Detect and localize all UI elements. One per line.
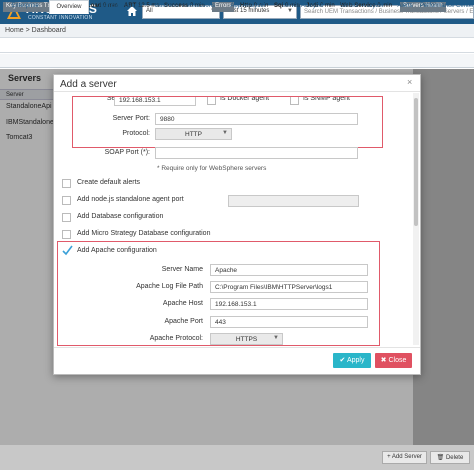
tab-business-transactions[interactable]: Business Transactions bbox=[150, 0, 220, 14]
checkmark-icon[interactable] bbox=[62, 245, 73, 256]
apache-protocol-value: HTTPS bbox=[235, 336, 258, 343]
modal-footer-divider bbox=[54, 347, 420, 348]
nodejs-agent-port-label: Add node.js standalone agent port bbox=[77, 196, 184, 203]
tab-app-analyzer[interactable]: App Analyzer bbox=[224, 0, 272, 14]
nodejs-agent-port-input[interactable] bbox=[228, 195, 359, 207]
close-icon[interactable]: × bbox=[407, 77, 412, 87]
database-config-checkbox[interactable] bbox=[62, 213, 71, 222]
apply-label: Apply bbox=[346, 357, 365, 364]
chevron-down-icon: ▼ bbox=[222, 130, 228, 136]
delete-server-button[interactable]: 🗑 Delete bbox=[430, 451, 470, 464]
tab-overview[interactable]: Overview bbox=[49, 0, 89, 14]
close-x-icon: ✖ bbox=[380, 357, 387, 364]
apache-config-highlight bbox=[57, 241, 380, 346]
create-default-alerts-label: Create default alerts bbox=[77, 179, 141, 186]
chevron-down-icon: ▼ bbox=[273, 335, 279, 341]
microstrategy-db-checkbox[interactable] bbox=[62, 230, 71, 239]
modal-scrollbar-thumb[interactable] bbox=[414, 98, 418, 226]
server-port-input[interactable]: 9880 bbox=[155, 113, 358, 125]
apache-log-path-input[interactable]: C:\Program Files\IBM\HTTPServer\logs1 bbox=[210, 281, 368, 293]
tab-user-experience[interactable]: User Experience bbox=[92, 0, 146, 14]
microstrategy-db-label: Add Micro Strategy Database configuratio… bbox=[77, 230, 211, 237]
soap-port-input[interactable] bbox=[155, 147, 358, 159]
protocol-select-value: HTTP bbox=[185, 131, 202, 138]
apache-server-name-label: Server Name bbox=[161, 266, 203, 273]
breadcrumb: Home > Dashboard bbox=[0, 24, 474, 38]
tab-sensor-analyzer[interactable]: Sensor Analyzer bbox=[334, 0, 390, 14]
apache-config-label: Add Apache configuration bbox=[77, 247, 157, 254]
apache-host-label: Apache Host bbox=[162, 300, 203, 307]
modal-title: Add a server bbox=[60, 79, 117, 90]
tab-server-analyzer[interactable]: Server Analyzer bbox=[276, 0, 330, 14]
tab-alerts[interactable]: Alerts bbox=[393, 0, 417, 14]
apache-port-input[interactable]: 443 bbox=[210, 316, 368, 328]
apache-server-name-input[interactable]: Apache bbox=[210, 264, 368, 276]
server-port-label: Server Port: bbox=[112, 115, 150, 122]
soap-port-label: SOAP Port (*): bbox=[104, 149, 150, 156]
create-default-alerts-checkbox[interactable] bbox=[62, 179, 71, 188]
protocol-select[interactable]: HTTP ▼ bbox=[155, 128, 232, 140]
close-button[interactable]: ✖ Close bbox=[375, 353, 412, 368]
apache-log-path-label: Apache Log File Path bbox=[136, 283, 203, 290]
add-server-button[interactable]: + Add Server bbox=[382, 451, 427, 464]
delete-label: Delete bbox=[445, 455, 464, 461]
trash-icon: 🗑 bbox=[436, 455, 445, 461]
brand-tagline: CONSTANT INNOVATION bbox=[28, 15, 93, 21]
apache-port-label: Apache Port bbox=[164, 318, 203, 325]
apache-host-input[interactable]: 192.168.153.1 bbox=[210, 298, 368, 310]
protocol-label: Protocol: bbox=[122, 130, 150, 137]
apply-button[interactable]: ✔ Apply bbox=[333, 353, 371, 368]
apache-protocol-label: Apache Protocol: bbox=[149, 335, 203, 342]
nav-tabs bbox=[0, 54, 474, 68]
check-icon: ✔ bbox=[339, 357, 346, 364]
stats-bar bbox=[0, 39, 474, 53]
tab-enterprise[interactable]: Enterprise bbox=[4, 0, 46, 14]
nodejs-agent-port-checkbox[interactable] bbox=[62, 196, 71, 205]
close-label: Close bbox=[388, 357, 407, 364]
apache-protocol-select[interactable]: HTTPS ▼ bbox=[210, 333, 283, 345]
database-config-label: Add Database configuration bbox=[77, 213, 164, 220]
tab-performance-center[interactable]: Performance Center bbox=[420, 0, 474, 14]
soap-port-note: * Require only for WebSphere servers bbox=[157, 165, 267, 172]
